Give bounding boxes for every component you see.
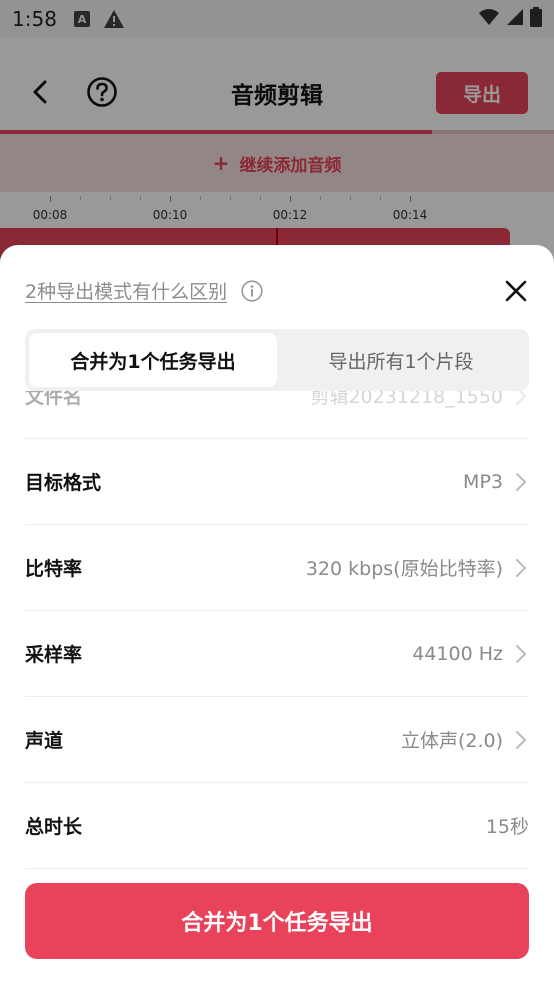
row-value: 15秒	[485, 816, 529, 838]
row-value-wrap: MP3	[463, 471, 529, 493]
row-value-wrap: 剪辑20231218_1550	[310, 391, 529, 409]
sheet-header: 2种导出模式有什么区别	[25, 277, 263, 304]
chevron-right-icon	[513, 643, 529, 665]
row-total-duration: 总时长 15秒	[25, 783, 529, 869]
export-mode-tabs: 合并为1个任务导出 导出所有1个片段	[25, 329, 529, 391]
row-label: 文件名	[25, 391, 83, 408]
row-bitrate[interactable]: 比特率 320 kbps(原始比特率)	[25, 525, 529, 611]
close-button[interactable]	[500, 275, 532, 307]
row-value-wrap: 15秒	[486, 812, 529, 839]
row-label: 总时长	[25, 816, 83, 838]
tab-merge-export[interactable]: 合并为1个任务导出	[29, 333, 277, 387]
row-value-wrap: 44100 Hz	[412, 643, 529, 665]
row-label: 比特率	[25, 558, 83, 580]
export-mode-help-link[interactable]: 2种导出模式有什么区别	[25, 277, 227, 304]
row-label: 声道	[25, 730, 64, 752]
row-value: 44100 Hz	[412, 642, 503, 665]
merge-export-button[interactable]: 合并为1个任务导出	[25, 883, 529, 959]
row-label: 目标格式	[25, 472, 102, 494]
chevron-right-icon	[513, 471, 529, 493]
info-icon[interactable]	[241, 279, 263, 302]
row-value: 剪辑20231218_1550	[310, 391, 503, 408]
chevron-right-icon	[513, 557, 529, 579]
export-settings-list: 文件名 剪辑20231218_1550 目标格式 MP3 比特率 320 kbp…	[0, 391, 554, 873]
row-channels[interactable]: 声道 立体声(2.0)	[25, 697, 529, 783]
row-sample-rate[interactable]: 采样率 44100 Hz	[25, 611, 529, 697]
tab-export-all-segments[interactable]: 导出所有1个片段	[277, 333, 525, 387]
chevron-right-icon	[513, 391, 529, 407]
row-value: 320 kbps(原始比特率)	[305, 558, 503, 580]
row-value: MP3	[463, 470, 503, 493]
row-label: 采样率	[25, 644, 83, 666]
close-icon	[505, 280, 527, 302]
row-value-wrap: 立体声(2.0)	[401, 726, 529, 753]
row-filename[interactable]: 文件名 剪辑20231218_1550	[25, 391, 529, 439]
row-value: 立体声(2.0)	[400, 730, 503, 752]
export-sheet: 2种导出模式有什么区别 合并为1个任务导出 导出所有1个片段 文件名 剪辑202…	[0, 245, 554, 984]
row-target-format[interactable]: 目标格式 MP3	[25, 439, 529, 525]
chevron-right-icon	[513, 729, 529, 751]
row-value-wrap: 320 kbps(原始比特率)	[306, 554, 529, 581]
